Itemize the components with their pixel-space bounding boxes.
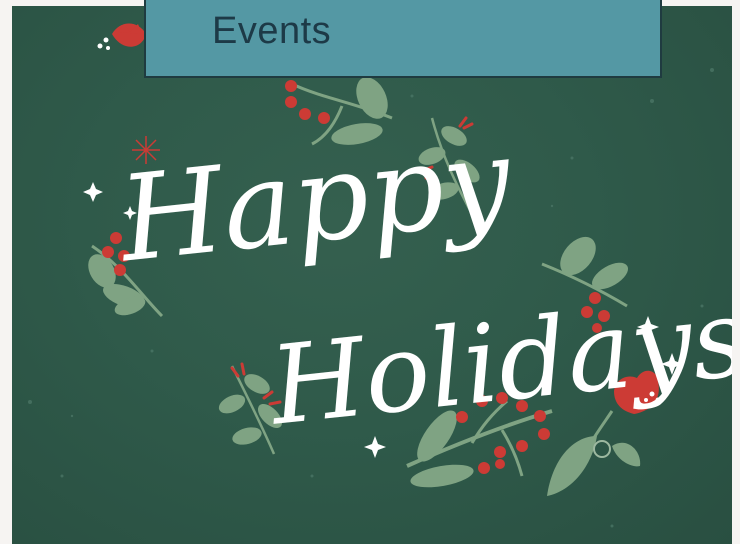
greeting-word-happy: Happy (111, 110, 518, 288)
greeting-word-holidays: Holidays (263, 275, 732, 450)
holiday-illustration: Happy Holidays (28, 23, 732, 528)
page-title: Events (212, 10, 332, 52)
page: Happy Holidays Events (0, 0, 740, 544)
page-title-banner: Events (144, 0, 662, 78)
tulip-icon (97, 23, 146, 50)
sparkle-icon (83, 182, 103, 202)
holiday-banner-image: Happy Holidays (12, 6, 732, 544)
